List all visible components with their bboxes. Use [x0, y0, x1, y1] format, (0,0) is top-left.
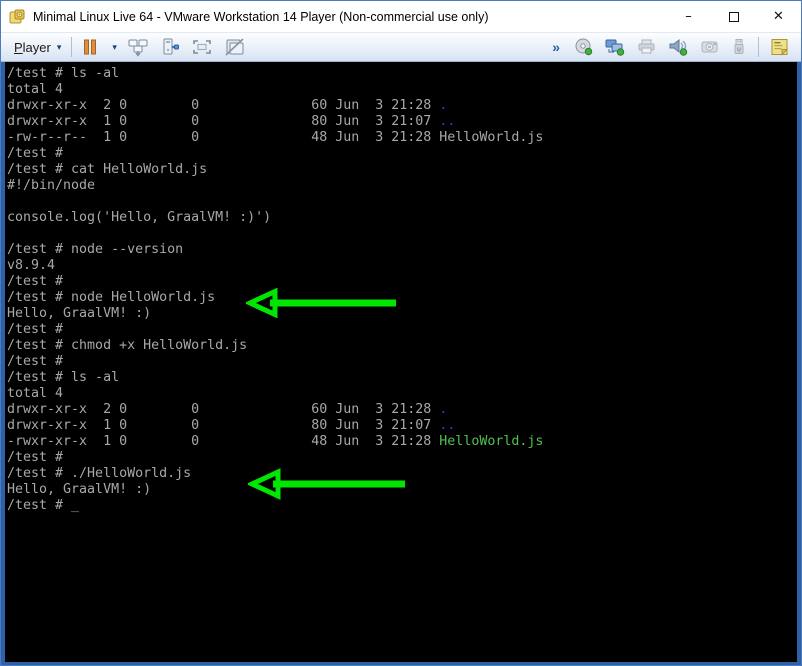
- annotation-arrow-direct-run: [248, 468, 405, 500]
- window-controls: – ✕: [666, 1, 801, 32]
- player-menu-label: Player: [14, 39, 51, 55]
- svg-text:ψ: ψ: [737, 46, 741, 53]
- minimize-icon: –: [685, 9, 692, 24]
- notes-panel-icon: [771, 39, 789, 56]
- ctrl-alt-del-button[interactable]: [122, 35, 154, 59]
- maximize-icon: [728, 11, 739, 22]
- vm-console-screen[interactable]: /test # ls -al total 4 drwxr-xr-x 2 0 0 …: [1, 62, 801, 665]
- maximize-button[interactable]: [711, 1, 756, 32]
- annotation-arrow-node-run: [246, 288, 396, 318]
- close-button[interactable]: ✕: [756, 1, 801, 32]
- sound-button[interactable]: [662, 35, 694, 59]
- toolbar-separator-right: [758, 37, 759, 57]
- vmware-player-window: Minimal Linux Live 64 - VMware Workstati…: [0, 0, 802, 666]
- manage-device-icon: [163, 38, 179, 55]
- fullscreen-icon: [193, 40, 211, 54]
- usb-button[interactable]: ψ: [725, 35, 753, 59]
- player-menu-button[interactable]: Player ▾: [7, 35, 66, 59]
- vmware-player-app-icon: [9, 9, 25, 23]
- network-adapter-icon: [605, 39, 625, 56]
- toolbar: Player ▾ ▾ » ψ: [1, 32, 801, 62]
- unity-icon: [225, 38, 244, 56]
- player-menu-caret-icon: ▾: [56, 41, 62, 52]
- minimize-button[interactable]: –: [666, 1, 711, 32]
- toolbar-separator: [71, 37, 73, 57]
- ctrl-alt-del-icon: [128, 39, 148, 57]
- printer-button[interactable]: [631, 35, 662, 59]
- unity-button[interactable]: [218, 35, 250, 59]
- cd-dvd-button[interactable]: [568, 35, 599, 59]
- manage-devices-button[interactable]: [154, 35, 186, 59]
- network-adapter-button[interactable]: [599, 35, 631, 59]
- window-title: Minimal Linux Live 64 - VMware Workstati…: [33, 9, 489, 24]
- fullscreen-button[interactable]: [186, 35, 218, 59]
- notes-panel-button[interactable]: [764, 35, 795, 59]
- cd-dvd-icon: [575, 38, 593, 56]
- titlebar: Minimal Linux Live 64 - VMware Workstati…: [1, 1, 801, 32]
- webcam-icon: [701, 41, 718, 53]
- expand-toolbar-button[interactable]: »: [544, 35, 568, 59]
- suspend-dropdown-button[interactable]: ▾: [103, 35, 122, 59]
- close-icon: ✕: [773, 9, 784, 24]
- sound-icon: [669, 38, 688, 56]
- suspend-caret-icon: ▾: [112, 41, 117, 52]
- suspend-pause-icon: [84, 39, 97, 55]
- usb-icon: ψ: [734, 39, 744, 54]
- suspend-button[interactable]: [77, 35, 103, 59]
- webcam-button[interactable]: [694, 35, 725, 59]
- printer-icon: [638, 39, 655, 54]
- terminal-output: /test # ls -al total 4 drwxr-xr-x 2 0 0 …: [7, 66, 544, 513]
- expand-chevron-icon: »: [552, 39, 560, 55]
